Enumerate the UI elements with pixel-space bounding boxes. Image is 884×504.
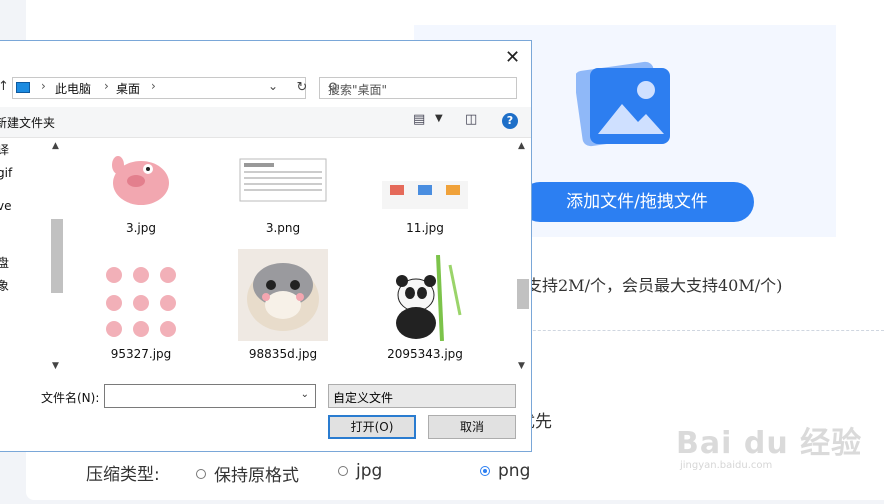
file-item[interactable]: 98835d.jpg [223, 249, 343, 361]
divider [508, 330, 884, 331]
open-button[interactable]: 打开(O) [328, 415, 416, 439]
image-thumbnail [238, 249, 328, 341]
back-arrow-icon[interactable]: ↑ [0, 79, 9, 94]
new-folder-button[interactable]: 新建文件夹 [0, 114, 55, 131]
file-name: 98835d.jpg [248, 347, 318, 361]
baidu-watermark: Bai du 经验 [676, 426, 863, 461]
radio-circle-icon[interactable] [196, 468, 206, 479]
nav-item[interactable]: 盘 [0, 254, 9, 271]
search-icon[interactable]: ⚲ [328, 81, 338, 96]
scroll-down-icon[interactable]: ▼ [518, 361, 525, 371]
preview-pane-icon[interactable]: ◫ [465, 112, 477, 127]
nav-item[interactable]: ve [0, 199, 11, 213]
file-name: 3.png [265, 221, 301, 235]
file-name: 11.jpg [406, 221, 444, 235]
filename-label: 文件名(N): [41, 391, 100, 405]
search-input[interactable]: 搜索"桌面" ⚲ [319, 77, 517, 99]
dialog-toolbar: 新建文件夹 ▤ ▼ ◫ ? [0, 107, 531, 138]
radio-png[interactable]: png [480, 461, 530, 481]
file-item[interactable]: 2095343.jpg [365, 255, 485, 361]
add-file-button[interactable]: 添加文件/拖拽文件 [520, 182, 754, 222]
size-limit-text: 大支持2M/个，会员最大支持40M/个) [510, 276, 783, 295]
breadcrumb-separator: › [104, 79, 109, 93]
watermark-url: jingyan.baidu.com [680, 460, 773, 471]
breadcrumb-separator: › [41, 79, 46, 93]
file-type-select[interactable]: 自定义文件 ⌄ [328, 384, 516, 408]
radio-selected-icon[interactable] [480, 466, 490, 476]
chevron-down-icon[interactable]: ▼ [435, 113, 443, 124]
image-thumbnail [238, 145, 328, 215]
file-item[interactable]: 11.jpg [365, 145, 485, 235]
computer-icon [16, 82, 30, 93]
refresh-icon[interactable]: ↻ [292, 78, 312, 98]
nav-item[interactable]: 译 [0, 141, 9, 158]
radio-circle-icon[interactable] [338, 466, 348, 476]
filename-input[interactable]: ⌄ [104, 384, 316, 408]
files-scrollbar[interactable]: ▲ ▼ [515, 139, 531, 373]
file-name: 95327.jpg [110, 347, 172, 361]
image-thumbnail [380, 255, 470, 341]
file-item[interactable]: 3.jpg [81, 145, 201, 235]
chevron-down-icon[interactable]: ⌄ [333, 390, 509, 401]
file-item[interactable]: 3.png [223, 145, 343, 235]
scroll-down-icon[interactable]: ▼ [52, 361, 59, 371]
scrollbar-thumb[interactable] [517, 279, 529, 309]
chevron-down-icon[interactable]: ⌄ [268, 79, 278, 93]
radio-jpg[interactable]: jpg [338, 461, 382, 481]
scroll-up-icon[interactable]: ▲ [52, 141, 59, 151]
nav-item[interactable]: 象 [0, 277, 9, 294]
file-name: 3.jpg [125, 221, 157, 235]
chevron-down-icon[interactable]: ⌄ [301, 389, 309, 400]
nav-scrollbar[interactable]: ▲ ▼ [49, 139, 65, 373]
address-bar[interactable]: › 此电脑 › 桌面 › ⌄ [12, 77, 306, 99]
breadcrumb-desktop[interactable]: 桌面 [116, 80, 140, 97]
image-thumbnail [96, 255, 186, 341]
file-item[interactable]: 95327.jpg [81, 255, 201, 361]
open-file-dialog: ✕ ↑ › 此电脑 › 桌面 › ⌄ ↻ 搜索"桌面" ⚲ 新建文件夹 ▤ ▼ … [0, 40, 532, 452]
scrollbar-thumb[interactable] [51, 219, 63, 293]
compress-type-label: 压缩类型: [86, 465, 160, 485]
view-options-icon[interactable]: ▤ [413, 112, 425, 127]
cancel-button[interactable]: 取消 [428, 415, 516, 439]
image-upload-icon [576, 61, 670, 147]
radio-keep-format[interactable]: 保持原格式 [196, 461, 299, 486]
close-icon[interactable]: ✕ [505, 47, 520, 68]
image-thumbnail [96, 145, 186, 215]
breadcrumb-this-pc[interactable]: 此电脑 [55, 80, 91, 97]
file-name: 2095343.jpg [387, 347, 463, 361]
nav-item[interactable]: gif [0, 166, 12, 180]
breadcrumb-separator: › [151, 79, 156, 93]
scroll-up-icon[interactable]: ▲ [518, 141, 525, 151]
image-thumbnail [380, 145, 470, 215]
help-icon[interactable]: ? [502, 113, 518, 129]
